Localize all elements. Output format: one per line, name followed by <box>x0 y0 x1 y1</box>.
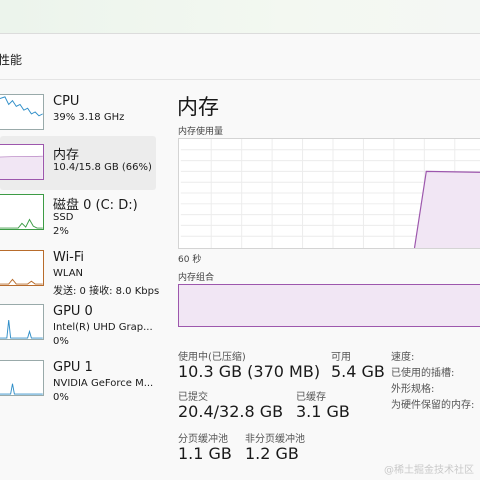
sidebar-item-cpu[interactable]: CPU 39% 3.18 GHz <box>0 86 156 140</box>
memory-composition-label: 内存组合 <box>178 273 215 283</box>
sidebar-item-name: 内存 <box>53 148 80 163</box>
memory-usage-label: 内存使用量 <box>178 127 224 137</box>
sidebar-item-usage: 0% <box>53 336 69 347</box>
watermark: @稀土掘金技术社区 <box>384 465 474 476</box>
memory-usage-graph <box>178 138 480 249</box>
sidebar-item-detail: WLAN <box>53 268 84 279</box>
resource-sidebar: CPU 39% 3.18 GHz 内存 10.4/15.8 GB (66%) 磁… <box>0 82 160 480</box>
nonpaged-pool-value: 1.2 GB <box>245 444 299 463</box>
available-label: 可用 <box>331 352 351 363</box>
wifi-thumbnail-graph <box>0 250 44 286</box>
gpu1-thumbnail-graph <box>0 360 44 396</box>
committed-value: 20.4/32.8 GB <box>178 402 284 421</box>
cached-label: 已缓存 <box>296 392 326 403</box>
time-axis-label: 60 秒 <box>178 255 202 265</box>
memory-thumbnail-graph <box>0 144 44 180</box>
memory-title: 内存 <box>177 95 219 119</box>
sidebar-item-throughput: 发送: 0 接收: 8.0 Kbps <box>53 286 160 297</box>
sidebar-item-detail: 39% 3.18 GHz <box>53 112 125 123</box>
paged-pool-value: 1.1 GB <box>178 444 232 463</box>
sidebar-item-name: GPU 1 <box>53 360 93 375</box>
paged-pool-label: 分页缓冲池 <box>178 434 228 445</box>
cpu-thumbnail-graph <box>0 94 44 130</box>
sidebar-item-detail: Intel(R) UHD Grap... <box>53 322 153 333</box>
sidebar-item-detail: SSD <box>53 212 74 223</box>
sidebar-item-name: CPU <box>53 94 80 109</box>
sidebar-item-detail: NVIDIA GeForce M... <box>53 378 154 389</box>
sidebar-item-disk[interactable]: 磁盘 0 (C: D:) SSD 2% <box>0 186 156 240</box>
speed-label: 速度: <box>391 352 415 363</box>
disk-thumbnail-graph <box>0 194 44 230</box>
slots-label: 已使用的插槽: <box>391 368 455 379</box>
gpu0-thumbnail-graph <box>0 304 44 340</box>
memory-detail-panel: 内存 内存使用量 60 秒 内存组合 使用中(已压缩) 10.3 GB (370… <box>165 82 480 480</box>
sidebar-item-usage: 2% <box>53 226 69 237</box>
cached-value: 3.1 GB <box>296 402 350 421</box>
available-value: 5.4 GB <box>331 362 385 381</box>
sidebar-item-detail: 10.4/15.8 GB (66%) <box>53 162 152 173</box>
sidebar-item-usage: 0% <box>53 392 69 403</box>
sidebar-item-wifi[interactable]: Wi-Fi WLAN 发送: 0 接收: 8.0 Kbps <box>0 242 160 297</box>
sidebar-item-name: Wi-Fi <box>53 250 85 265</box>
committed-label: 已提交 <box>178 392 208 403</box>
sidebar-item-memory[interactable]: 内存 10.4/15.8 GB (66%) <box>0 136 156 190</box>
sidebar-item-name: GPU 0 <box>53 304 93 319</box>
form-factor-label: 外形规格: <box>391 384 435 395</box>
in-use-value: 10.3 GB (370 MB) <box>178 362 321 381</box>
sidebar-item-gpu0[interactable]: GPU 0 Intel(R) UHD Grap... 0% <box>0 296 156 350</box>
hardware-reserved-label: 为硬件保留的内存: <box>391 400 475 411</box>
nonpaged-pool-label: 非分页缓冲池 <box>245 434 305 445</box>
in-use-label: 使用中(已压缩) <box>178 352 246 363</box>
sidebar-item-name: 磁盘 0 (C: D:) <box>53 198 138 213</box>
sidebar-item-gpu1[interactable]: GPU 1 NVIDIA GeForce M... 0% <box>0 352 156 406</box>
page-header: 性能 <box>0 34 480 80</box>
page-title: 性能 <box>0 53 23 67</box>
title-bar <box>0 0 480 34</box>
memory-composition-bar <box>178 284 480 327</box>
